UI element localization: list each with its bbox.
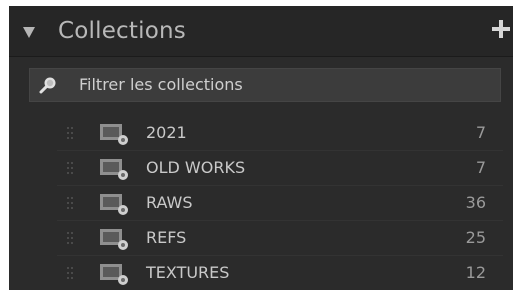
drag-handle-icon[interactable]	[67, 126, 75, 140]
drag-handle-icon[interactable]	[67, 266, 75, 280]
collections-body: Filtrer les collections 2021 7 OLD WORKS…	[9, 57, 513, 290]
collection-name: RAWS	[146, 193, 193, 212]
collection-count: 7	[475, 158, 486, 177]
filter-placeholder: Filtrer les collections	[79, 75, 243, 94]
collection-row[interactable]: RAWS 36	[9, 186, 513, 221]
collection-count: 25	[465, 228, 486, 247]
drag-handle-icon[interactable]	[67, 196, 75, 210]
collection-name: REFS	[146, 228, 187, 247]
collection-count: 36	[465, 193, 486, 212]
collection-name: OLD WORKS	[146, 158, 246, 177]
filter-collections-input[interactable]: Filtrer les collections	[29, 68, 501, 102]
search-icon	[39, 77, 56, 94]
collection-row[interactable]: TEXTURES 12	[9, 256, 513, 290]
smart-collection-icon	[100, 264, 128, 285]
collection-name: 2021	[146, 123, 187, 142]
smart-collection-icon	[100, 124, 128, 145]
collection-row[interactable]: REFS 25	[9, 221, 513, 256]
smart-collection-icon	[100, 229, 128, 250]
panel-title: Collections	[58, 18, 186, 44]
smart-collection-icon	[100, 159, 128, 180]
collection-row[interactable]: OLD WORKS 7	[9, 151, 513, 186]
collections-header[interactable]: Collections	[9, 6, 513, 57]
plus-icon[interactable]	[492, 20, 510, 38]
collection-row[interactable]: 2021 7	[9, 116, 513, 151]
collection-count: 12	[465, 263, 486, 282]
drag-handle-icon[interactable]	[67, 161, 75, 175]
collections-list: 2021 7 OLD WORKS 7 RAWS 36 REFS 25 TEXTU…	[9, 116, 513, 290]
collection-count: 7	[475, 123, 486, 142]
collections-panel: Collections Filtrer les collections 2021…	[9, 6, 513, 290]
drag-handle-icon[interactable]	[67, 231, 75, 245]
triangle-down-icon[interactable]	[23, 27, 35, 38]
smart-collection-icon	[100, 194, 128, 215]
collection-name: TEXTURES	[146, 263, 230, 282]
